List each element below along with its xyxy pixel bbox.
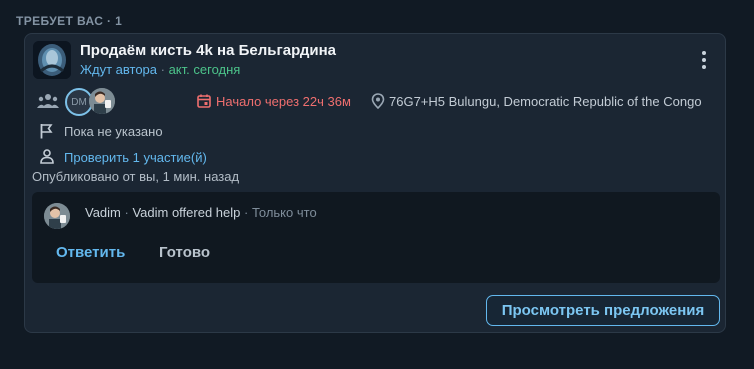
meta-row: DM Начало через 22ч 36м 76G7+H5 Bulungu,… — [37, 88, 717, 116]
start-countdown: Начало через 22ч 36м — [216, 94, 351, 109]
card-status: Ждут автора · акт. сегодня — [80, 62, 240, 77]
comment-separator: · — [120, 205, 133, 220]
request-card: Продаём кисть 4k на Бельгардина Ждут авт… — [24, 33, 726, 333]
goal-text: Пока не указано — [64, 124, 163, 139]
flag-icon — [40, 124, 53, 139]
status-waiting: Ждут автора — [80, 62, 158, 77]
view-offers-button[interactable]: Просмотреть предложения — [486, 295, 720, 326]
section-label: ТРЕБУЕТ ВАС · 1 — [16, 14, 123, 28]
comment-panel: Vadim · Vadim offered help · Только что … — [32, 192, 720, 283]
comment-author[interactable]: Vadim — [85, 205, 121, 220]
reply-button[interactable]: Ответить — [56, 244, 125, 261]
participant-avatar[interactable] — [89, 88, 115, 114]
comment-avatar[interactable] — [44, 203, 70, 229]
post-thumbnail[interactable] — [33, 41, 71, 79]
group-icon — [37, 94, 59, 108]
comment-time: Только что — [251, 205, 317, 220]
status-separator: · — [157, 62, 169, 77]
comment-action: Vadim offered help — [132, 205, 241, 220]
status-active: акт. сегодня — [168, 62, 241, 77]
map-pin-icon — [371, 93, 385, 109]
done-button[interactable]: Готово — [159, 244, 210, 261]
person-icon — [40, 149, 54, 164]
comment-line: Vadim · Vadim offered help · Только что — [85, 205, 317, 220]
comment-separator: · — [240, 205, 252, 220]
verify-participation-link[interactable]: Проверить 1 участие(й) — [64, 150, 207, 165]
published-info: Опубликовано от вы, 1 мин. назад — [32, 169, 240, 184]
calendar-icon — [197, 94, 211, 108]
card-title[interactable]: Продаём кисть 4k на Бельгардина — [80, 42, 336, 59]
more-vert-icon[interactable] — [691, 44, 717, 76]
location-text[interactable]: 76G7+H5 Bulungu, Democratic Republic of … — [389, 94, 702, 109]
